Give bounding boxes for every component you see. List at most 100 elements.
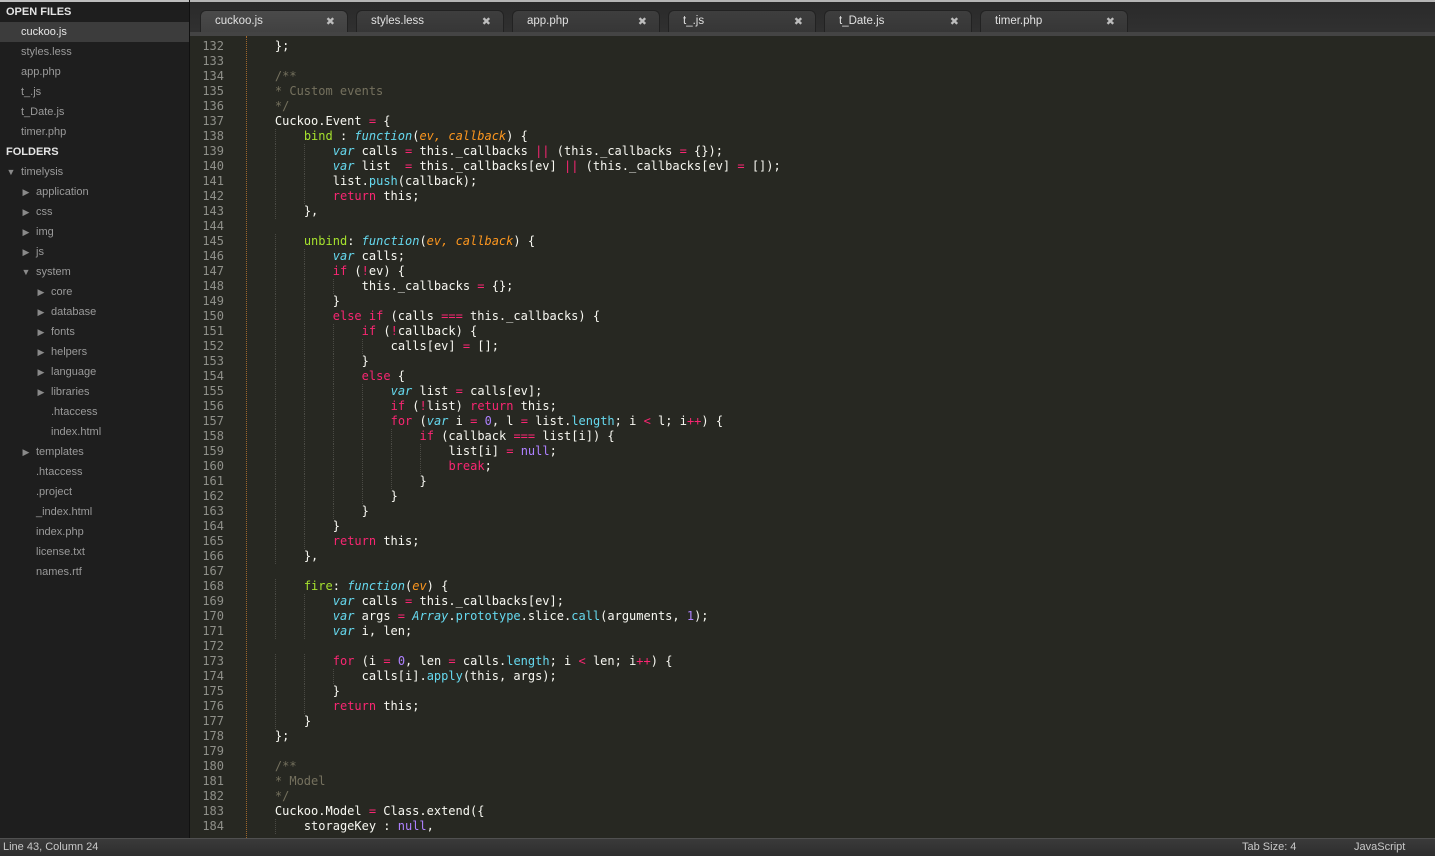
- open-file-item[interactable]: styles.less: [0, 42, 189, 62]
- tree-file-item[interactable]: .htaccess: [0, 462, 189, 482]
- close-icon[interactable]: ✖: [794, 15, 803, 28]
- triangle-right-icon[interactable]: ▶: [36, 362, 46, 382]
- triangle-down-icon[interactable]: ▼: [6, 162, 16, 182]
- code-token: null: [520, 444, 550, 458]
- tree-item-label: system: [36, 266, 71, 278]
- code-token: ; i: [614, 414, 644, 428]
- line-number: 134: [202, 69, 224, 83]
- open-file-item[interactable]: cuckoo.js: [0, 22, 189, 42]
- tree-folder-item[interactable]: ▶ fonts: [0, 322, 189, 342]
- tree-file-item[interactable]: license.txt: [0, 542, 189, 562]
- code-token: * Custom events: [274, 84, 384, 98]
- tree-folder-item[interactable]: ▶ core: [0, 282, 189, 302]
- line-number: 144: [202, 219, 224, 233]
- code-line: 137 Cuckoo.Event = {: [190, 114, 1430, 129]
- tree-file-item[interactable]: _index.html: [0, 502, 189, 522]
- code-token: push: [368, 174, 398, 188]
- line-number: 141: [202, 174, 224, 188]
- close-icon[interactable]: ✖: [482, 15, 491, 28]
- tree-folder-item[interactable]: ▼ timelysis: [0, 162, 189, 182]
- code-token: list.: [332, 174, 369, 188]
- tree-file-item[interactable]: names.rtf: [0, 562, 189, 582]
- tab-size-selector[interactable]: Tab Size: 4: [1242, 841, 1296, 853]
- code-token: (this._callbacks: [549, 144, 680, 158]
- triangle-right-icon[interactable]: ▶: [36, 302, 46, 322]
- code-token: (callback);: [397, 174, 478, 188]
- code-token: 0: [397, 654, 406, 668]
- triangle-right-icon[interactable]: ▶: [36, 322, 46, 342]
- tree-folder-item[interactable]: ▶ img: [0, 222, 189, 242]
- tree-file-item[interactable]: index.php: [0, 522, 189, 542]
- code-token: {: [390, 369, 406, 383]
- code-text: }: [391, 489, 398, 504]
- tree-folder-item[interactable]: ▶ libraries: [0, 382, 189, 402]
- open-file-item[interactable]: timer.php: [0, 122, 189, 142]
- indent-guide: [303, 654, 305, 669]
- open-file-item[interactable]: t_.js: [0, 82, 189, 102]
- close-icon[interactable]: ✖: [638, 15, 647, 28]
- code-text: list[i] = null;: [448, 444, 556, 459]
- code-token: this;: [513, 399, 557, 413]
- tree-file-item[interactable]: index.html: [0, 422, 189, 442]
- triangle-right-icon[interactable]: ▶: [21, 202, 31, 222]
- triangle-right-icon[interactable]: ▶: [36, 342, 46, 362]
- tree-folder-item[interactable]: ▶ database: [0, 302, 189, 322]
- open-file-item[interactable]: app.php: [0, 62, 189, 82]
- code-token: args: [354, 609, 398, 623]
- triangle-right-icon[interactable]: ▶: [21, 182, 31, 202]
- tree-folder-item[interactable]: ▶ application: [0, 182, 189, 202]
- triangle-right-icon[interactable]: ▶: [21, 222, 31, 242]
- code-editor[interactable]: 132}; 133 134/** 135 * Custom events 136 */137…: [190, 36, 1435, 838]
- code-token: return: [332, 189, 377, 203]
- indent-guide: [361, 444, 363, 459]
- triangle-down-icon[interactable]: ▼: [21, 262, 31, 282]
- indent-guide: [332, 504, 334, 519]
- code-line: 175}: [190, 684, 1430, 699]
- close-icon[interactable]: ✖: [950, 15, 959, 28]
- code-token: if: [390, 399, 406, 413]
- tree-folder-item[interactable]: ▶ helpers: [0, 342, 189, 362]
- tree-file-item[interactable]: .project: [0, 482, 189, 502]
- code-token: callback) {: [397, 324, 478, 338]
- close-icon[interactable]: ✖: [326, 15, 335, 28]
- close-icon[interactable]: ✖: [1106, 15, 1115, 28]
- triangle-right-icon[interactable]: ▶: [21, 442, 31, 462]
- code-token: {: [376, 114, 391, 128]
- triangle-right-icon[interactable]: ▶: [21, 242, 31, 262]
- code-line: 140 var list = this._callbacks[ev] || (th…: [190, 159, 1430, 174]
- indent-guide: [274, 474, 276, 489]
- tree-folder-item[interactable]: ▶ templates: [0, 442, 189, 462]
- tree-folder-item[interactable]: ▶ js: [0, 242, 189, 262]
- line-number: 177: [202, 714, 224, 728]
- indent-guide: [303, 189, 305, 204]
- tree-item-label: timelysis: [21, 166, 64, 178]
- indent-guide: [332, 414, 334, 429]
- code-token: this;: [376, 189, 420, 203]
- indent-guide: [303, 414, 305, 429]
- code-token: return: [332, 534, 377, 548]
- code-token: l; i: [650, 414, 687, 428]
- open-file-item[interactable]: t_Date.js: [0, 102, 189, 122]
- line-number: 140: [202, 159, 224, 173]
- triangle-right-icon[interactable]: ▶: [36, 282, 46, 302]
- line-number: 154: [202, 369, 224, 383]
- code-text: /**: [275, 69, 297, 84]
- code-token: */: [274, 99, 290, 113]
- tree-file-item[interactable]: .htaccess: [0, 402, 189, 422]
- line-number: 159: [202, 444, 224, 458]
- syntax-selector[interactable]: JavaScript: [1354, 841, 1405, 853]
- tree-item-label: names.rtf: [36, 566, 82, 578]
- line-number: 168: [202, 579, 224, 593]
- code-line: 145 unbind: function(ev, callback) {: [190, 234, 1430, 249]
- tree-folder-item[interactable]: ▶ css: [0, 202, 189, 222]
- code-token: ) {: [701, 414, 724, 428]
- indent-guide: [274, 339, 276, 354]
- code-text: else {: [362, 369, 405, 384]
- code-token: function: [361, 234, 420, 248]
- triangle-right-icon[interactable]: ▶: [36, 382, 46, 402]
- code-text: }: [362, 354, 369, 369]
- tree-folder-item[interactable]: ▶ language: [0, 362, 189, 382]
- tree-folder-item[interactable]: ▼ system: [0, 262, 189, 282]
- code-text: }: [304, 714, 311, 729]
